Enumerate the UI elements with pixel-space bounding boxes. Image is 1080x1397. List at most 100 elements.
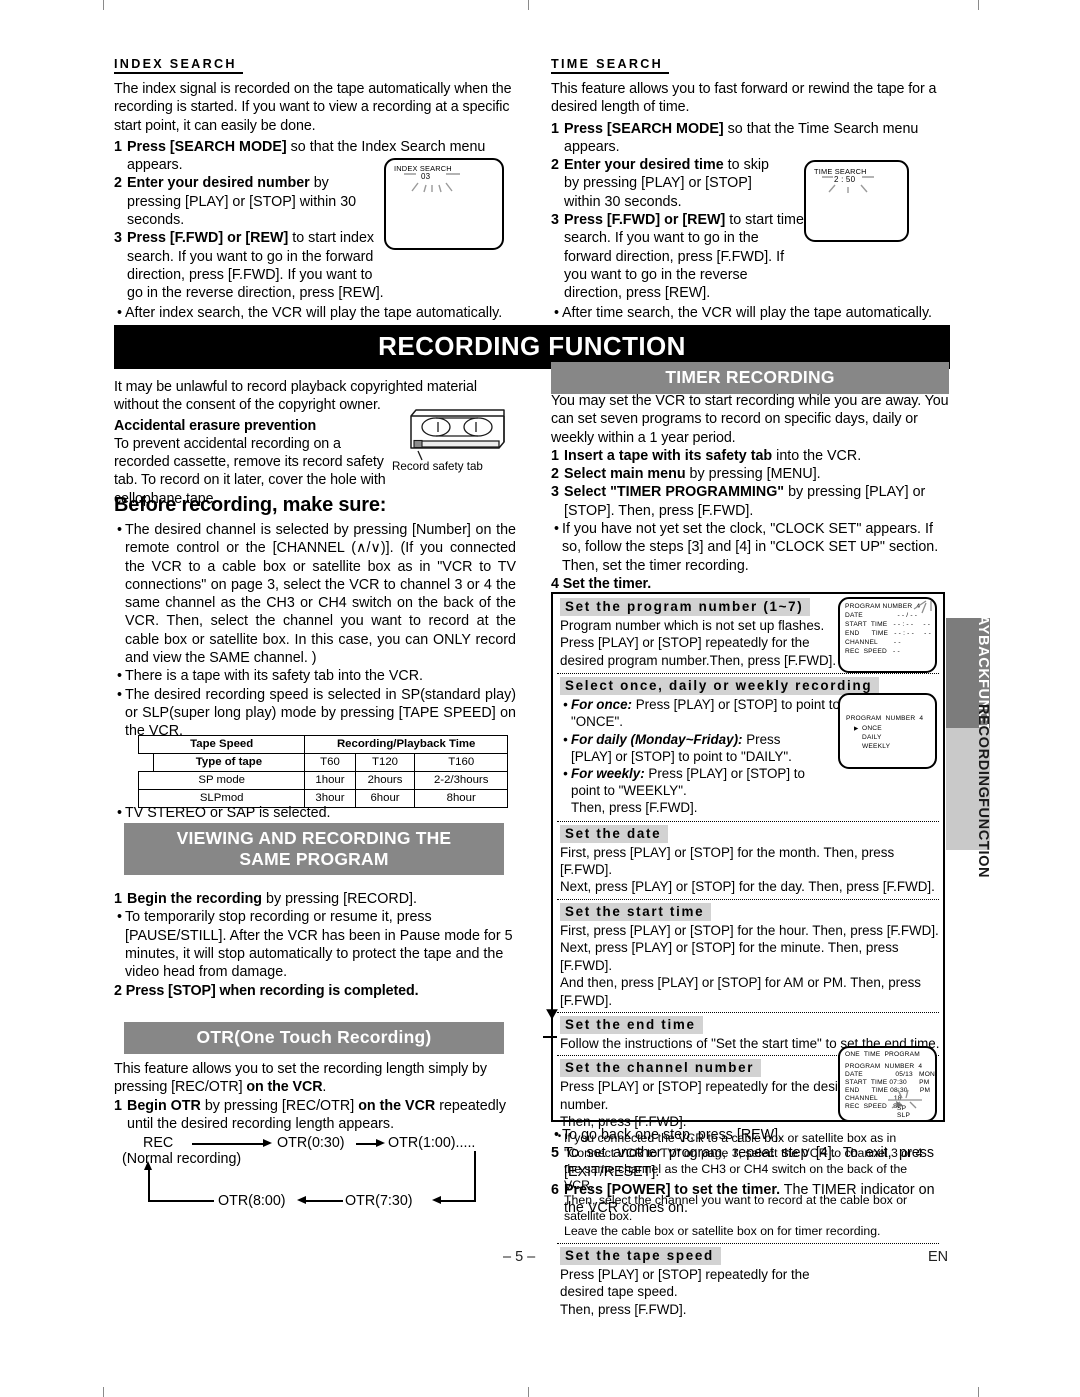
banner-text: OTR(One Touch Recording) xyxy=(124,1022,504,1054)
timer-tail-notes: • To go back one step, press [REW]. 5 To… xyxy=(551,1126,949,1217)
osd-line: START TIME - - : - - - - xyxy=(845,621,931,628)
step-bold: Select "TIMER PROGRAMMING" xyxy=(564,484,785,501)
timer-step-1: 1 Insert a tape with its safety tab into… xyxy=(551,447,951,465)
before-bullet-1: • The desired channel is selected by pre… xyxy=(114,521,516,667)
table-row: Tape Speed Recording/Playback Time xyxy=(137,735,508,754)
bullet-dot: • xyxy=(116,304,122,321)
blank-cell xyxy=(138,753,154,772)
before-recording-section: Before recording, make sure: • The desir… xyxy=(114,494,516,741)
timer-step-2: 2 Select main menu by pressing [MENU]. xyxy=(551,465,951,483)
sp-t60: 1hour xyxy=(304,771,356,790)
odw-emphasis: For weekly: xyxy=(571,765,645,781)
step-number: 1 xyxy=(551,447,559,464)
osd-program-number: PROGRAM NUMBER 4 DATE - - / - - START TI… xyxy=(838,597,937,673)
tick-mark xyxy=(543,1036,557,1038)
note-text: After index search, the VCR will play th… xyxy=(125,304,503,321)
sp-t160: 2-2/3hours xyxy=(414,771,508,790)
step-bold: Press [F.FWD] or [REW] xyxy=(127,230,289,247)
block-line: Press [PLAY] or [STOP] repeatedly for th… xyxy=(560,1266,810,1282)
block-title: Set the tape speed xyxy=(560,1246,721,1265)
side-tab-line-1: RECORDING xyxy=(975,703,991,799)
bullet-dot: • xyxy=(116,522,122,538)
note-text: After time search, the VCR will play the… xyxy=(562,304,933,321)
sp-t120: 2hours xyxy=(354,771,416,790)
step-bold: Insert a tape with its safety tab xyxy=(564,447,773,464)
osd-line: ONCE xyxy=(862,725,882,732)
header-recplay-time: Recording/Playback Time xyxy=(304,735,508,754)
step-number: 3 xyxy=(551,212,559,229)
bullet-dot: • xyxy=(563,731,568,747)
step-number: 2 xyxy=(551,157,559,174)
divider xyxy=(557,1242,939,1244)
manual-page: INDEX SEARCH The index signal is recorde… xyxy=(0,0,1080,1397)
time-search-heading: TIME SEARCH xyxy=(551,57,670,74)
osd-line: DATE - - / - - xyxy=(845,612,918,619)
banner-text: TIMER RECORDING xyxy=(551,362,949,394)
type-t160: T160 xyxy=(414,753,508,772)
step-bold: Enter your desired time xyxy=(564,157,724,174)
step-bold: Enter your desired number xyxy=(127,175,310,192)
block-line: And then, press [PLAY] or [STOP] for AM … xyxy=(560,975,921,1008)
bullet-dot: • xyxy=(116,668,122,685)
timer-step-3: 3 Select "TIMER PROGRAMMING" by pressing… xyxy=(551,483,951,520)
down-arrow-icon xyxy=(546,995,558,1020)
osd-line: WEEKLY xyxy=(862,743,891,750)
bullet-dot: • xyxy=(553,304,559,321)
step-bold-2: on the VCR xyxy=(358,1097,436,1114)
bullet-text: There is a tape with its safety tab into… xyxy=(125,668,423,685)
osd-line: START TIME 07:30 PM xyxy=(845,1079,930,1086)
flow-label-otr-100: OTR(1:00)..... xyxy=(388,1135,476,1151)
before-bullet-2: • There is a tape with its safety tab in… xyxy=(114,667,516,685)
bullet-dot: • xyxy=(553,521,559,538)
block-line: First, press [PLAY] or [STOP] for the ho… xyxy=(560,922,939,938)
table-row: Type of tape T60 T120 T160 xyxy=(138,753,508,772)
bullet-dot: • xyxy=(116,805,122,821)
step-text: by pressing [RECORD]. xyxy=(262,891,417,907)
row-label: Type of tape xyxy=(152,753,306,772)
banner-line-1: VIEWING AND RECORDING THE xyxy=(176,828,452,848)
osd-line: CHANNEL - - xyxy=(845,639,901,646)
timer-intro-section: You may set the VCR to start recording w… xyxy=(551,392,951,593)
tape-speed-table: Tape Speed Recording/Playback Time Type … xyxy=(137,735,508,808)
side-tab-recording-function[interactable]: RECORDING FUNCTION xyxy=(946,704,991,878)
crop-mark xyxy=(528,1387,529,1397)
osd-value: 03 xyxy=(421,172,431,181)
flow-line xyxy=(148,1169,150,1201)
index-search-intro: The index signal is recorded on the tape… xyxy=(114,81,512,134)
osd-index-search: INDEX SEARCH 03 xyxy=(384,158,504,250)
otr-section: This feature allows you to set the recor… xyxy=(114,1060,516,1133)
stereo-bullet: • TV STEREO or SAP is selected. xyxy=(114,804,516,822)
note-text: If you have not yet set the clock, "CLOC… xyxy=(562,521,939,574)
step-bold: Press [F.FWD] or [REW] xyxy=(564,212,726,229)
table-row: SP mode 1hour 2hours 2-2/3hours xyxy=(137,771,508,790)
before-recording-heading: Before recording, make sure: xyxy=(114,494,387,516)
odw-then: Then, press [F.FWD]. xyxy=(571,800,698,816)
flow-line xyxy=(192,1143,264,1145)
cable-note-3: Leave the cable box or satellite box on … xyxy=(564,1224,881,1239)
odw-emphasis: For daily (Monday~Friday): xyxy=(571,731,743,747)
otr-banner: OTR(One Touch Recording) xyxy=(124,1022,504,1054)
block-line: Program number which is not set up flash… xyxy=(560,618,825,633)
flow-arrowhead xyxy=(263,1138,272,1147)
flow-label-otr-730: OTR(7:30) xyxy=(345,1193,413,1209)
otr-intro-end: . xyxy=(322,1079,327,1096)
osd-line: END TIME - - : - - - - xyxy=(845,630,931,637)
bullet-dot: • xyxy=(563,765,568,781)
note-text: To go back one step, press [REW]. xyxy=(562,1127,783,1143)
osd-line: END TIME 08:30 PM xyxy=(845,1087,931,1094)
block-line: Next, press [PLAY] or [STOP] for the day… xyxy=(560,879,935,895)
step-bold: Begin the recording xyxy=(127,891,263,907)
step-number: 1 xyxy=(114,891,122,907)
osd-title: ONE TIME PROGRAM xyxy=(845,1051,920,1058)
osd-line: DATE 05/13 MON xyxy=(845,1071,935,1078)
step-bold: Select main menu xyxy=(564,466,686,483)
before-bullet-3: • The desired recording speed is selecte… xyxy=(114,686,516,741)
step-text: by pressing [MENU]. xyxy=(685,466,821,483)
banner-line-2: SAME PROGRAM xyxy=(239,848,389,869)
bullet-dot: • xyxy=(116,686,122,703)
timer-recording-banner: TIMER RECORDING xyxy=(551,362,949,394)
flow-arrowhead xyxy=(144,1161,153,1170)
block-set-date: Set the date First, press [PLAY] or [STO… xyxy=(553,824,943,896)
index-search-note: • After index search, the VCR will play … xyxy=(114,304,514,322)
flow-label-otr-800: OTR(8:00) xyxy=(218,1193,286,1209)
